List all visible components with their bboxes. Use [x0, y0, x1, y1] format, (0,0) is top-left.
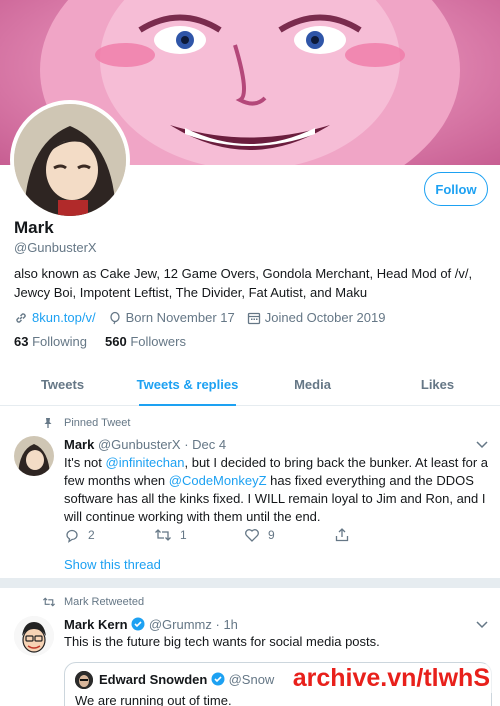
profile-joined: Joined October 2019 [247, 310, 386, 325]
retweet-button[interactable]: 1 [154, 527, 244, 543]
retweet-context: Mark Retweeted [42, 596, 145, 608]
tweet-author-name[interactable]: Mark [64, 437, 94, 452]
retweet-icon [155, 529, 171, 541]
pinned-context: Pinned Tweet [44, 417, 131, 429]
share-button[interactable] [334, 527, 424, 543]
tweet-text: It's not @infinitechan, but I decided to… [64, 455, 489, 524]
profile-link-text[interactable]: 8kun.top/v/ [32, 310, 96, 325]
avatar-image [14, 104, 126, 216]
archive-watermark: archive.vn/tlwhS [290, 664, 492, 693]
pin-icon [44, 418, 52, 428]
profile-name: Mark [14, 218, 54, 237]
profile-joined-text: Joined October 2019 [264, 310, 386, 325]
quote-text: We are running out of time. [75, 693, 232, 706]
following-label: Following [32, 334, 88, 349]
chevron-down-icon[interactable] [476, 621, 488, 629]
profile-tabs: Tweets Tweets & replies Media Likes [0, 364, 500, 406]
link-icon [16, 312, 26, 323]
quote-author-handle[interactable]: @Snow [229, 672, 275, 687]
following-count: 63 [14, 334, 29, 349]
avatar-image [14, 616, 54, 656]
mention-link[interactable]: @CodeMonkeyZ [169, 473, 267, 488]
profile-counts: 63 Following 560 Followers [14, 334, 186, 349]
pinned-context-label: Pinned Tweet [64, 417, 131, 429]
tweet-separator [0, 578, 500, 588]
profile-avatar[interactable] [10, 100, 130, 220]
profile-born-text: Born November 17 [125, 310, 235, 325]
followers-count: 560 [105, 334, 127, 349]
heart-icon [245, 529, 259, 542]
tab-tweets[interactable]: Tweets [0, 364, 125, 405]
tab-media[interactable]: Media [250, 364, 375, 405]
tweet-header: Mark @GunbusterX · Dec 4 [64, 437, 227, 452]
show-thread-link[interactable]: Show this thread [64, 557, 161, 572]
balloon-icon [109, 311, 120, 324]
reply-icon [66, 529, 78, 543]
calendar-icon [247, 312, 260, 324]
follow-button[interactable]: Follow [424, 172, 488, 206]
tab-likes[interactable]: Likes [375, 364, 500, 405]
share-icon [335, 528, 349, 542]
retweet-count: 1 [180, 528, 187, 542]
verified-icon [131, 617, 145, 631]
chevron-down-icon[interactable] [476, 441, 488, 449]
profile-born: Born November 17 [108, 310, 235, 325]
avatar-image [75, 671, 93, 689]
tweet-actions: 2 1 9 [64, 527, 424, 543]
verified-icon [211, 672, 225, 686]
profile-bio: also known as Cake Jew, 12 Game Overs, G… [14, 266, 473, 300]
mention-link[interactable]: @infinitechan [106, 455, 185, 470]
quote-author-name[interactable]: Edward Snowden [99, 672, 207, 687]
pinned-tweet[interactable]: Pinned Tweet Mark @GunbusterX · Dec 4 It… [0, 406, 500, 578]
tab-tweets-replies[interactable]: Tweets & replies [125, 364, 250, 406]
tweet-date[interactable]: Dec 4 [192, 437, 226, 452]
followers-count-link[interactable]: 560 Followers [105, 334, 186, 349]
following-count-link[interactable]: 63 Following [14, 334, 87, 349]
tweet-author-name[interactable]: Mark Kern [64, 617, 128, 632]
like-button[interactable]: 9 [244, 527, 334, 543]
profile-link[interactable]: 8kun.top/v/ [14, 310, 96, 325]
tweet-header: Mark Kern @Grummz · 1h [64, 617, 238, 632]
tweet-date[interactable]: 1h [223, 617, 237, 632]
tweet-avatar[interactable] [14, 616, 54, 656]
like-count: 9 [268, 528, 275, 542]
profile-handle: @GunbusterX [14, 240, 97, 255]
tweet-author-handle[interactable]: @GunbusterX [98, 437, 181, 452]
retweet-icon [42, 597, 56, 607]
quote-avatar [75, 671, 93, 689]
tweet-text: This is the future big tech wants for so… [64, 634, 380, 649]
retweet-context-label: Mark Retweeted [64, 596, 145, 608]
followers-label: Followers [130, 334, 186, 349]
avatar-image [14, 436, 54, 476]
reply-count: 2 [88, 528, 95, 542]
profile-meta: 8kun.top/v/ Born November 17 Joined Octo… [14, 310, 385, 325]
tweet-author-handle[interactable]: @Grummz [149, 617, 212, 632]
quote-header: Edward Snowden @Snow [99, 672, 274, 687]
reply-button[interactable]: 2 [64, 527, 154, 543]
tweet-avatar[interactable] [14, 436, 54, 476]
